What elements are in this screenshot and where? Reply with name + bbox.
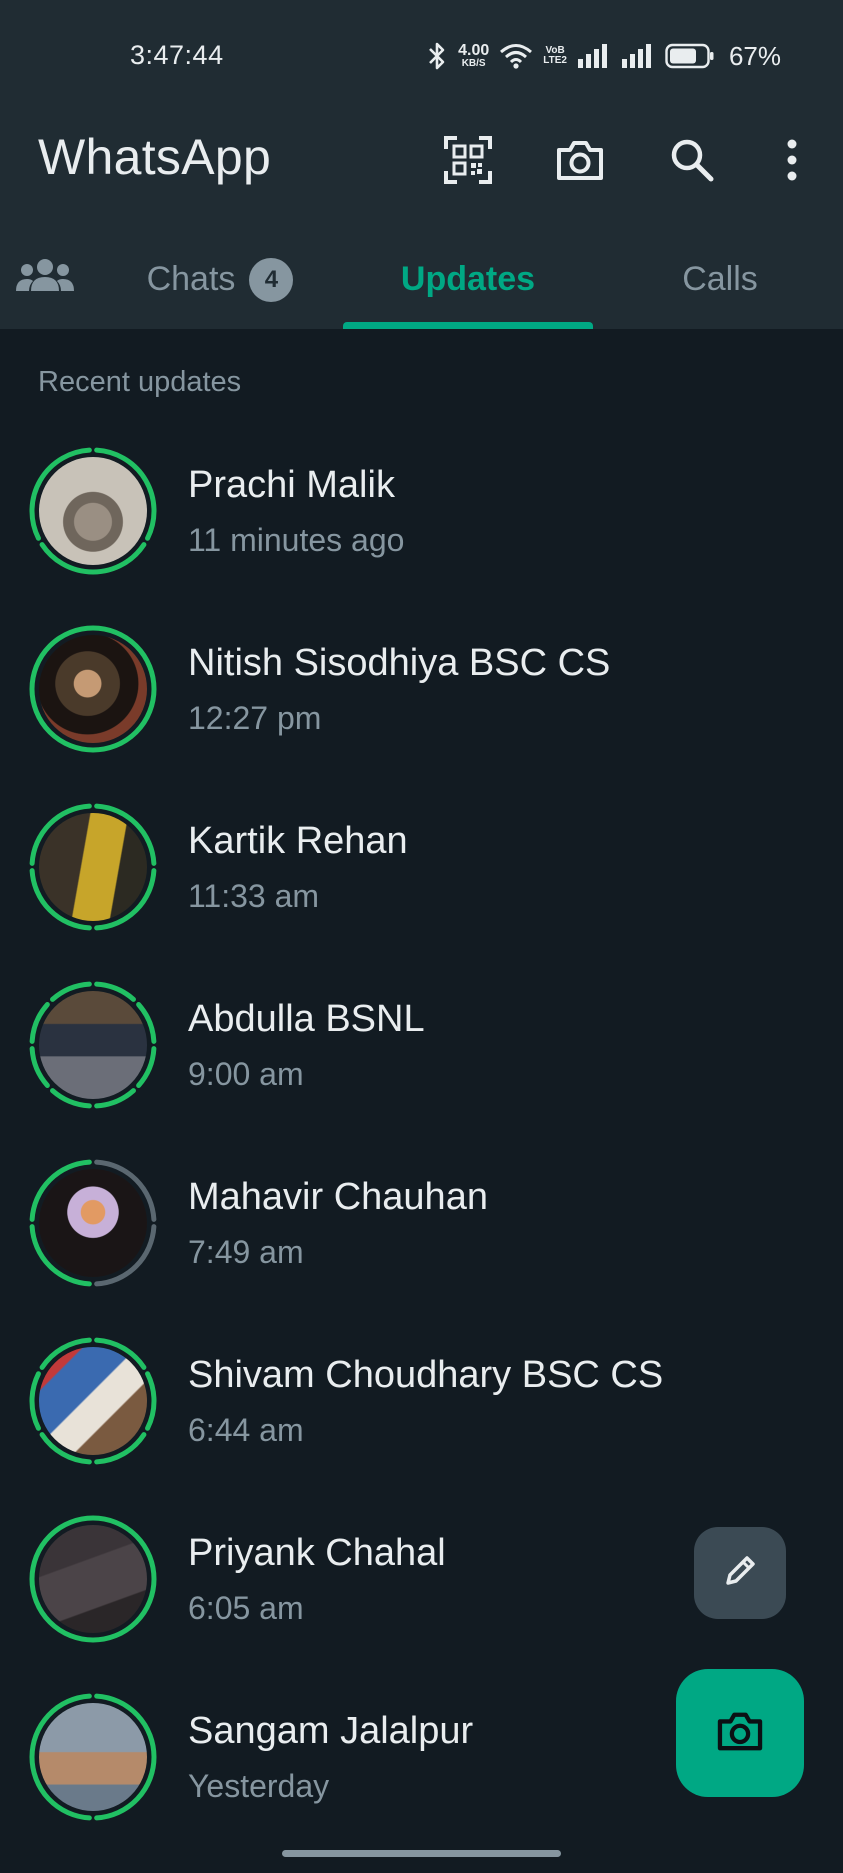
status-time: Yesterday (188, 1768, 330, 1804)
status-ring (28, 624, 158, 754)
search-icon (669, 137, 715, 188)
contact-name: Kartik Rehan (188, 820, 408, 862)
camera-button[interactable] (542, 124, 618, 200)
new-text-status-button[interactable] (694, 1527, 786, 1619)
tab-chats-label: Chats (146, 260, 236, 298)
battery-icon (665, 43, 715, 69)
avatar (39, 457, 147, 565)
avatar (39, 1525, 147, 1633)
tab-calls[interactable]: Calls (600, 230, 840, 329)
battery-percentage: 67% (728, 40, 781, 71)
status-ring (28, 1692, 158, 1822)
app-header: 3:47:44 4.00 KB/S VoB LTE2 67% WhatsApp … (0, 0, 843, 329)
status-time: 6:44 am (188, 1412, 304, 1448)
avatar (39, 635, 147, 743)
avatar (39, 1703, 147, 1811)
status-row[interactable]: Nitish Sisodhiya BSC CS 12:27 pm (0, 618, 843, 796)
volte-indicator: VoB LTE2 (543, 45, 567, 66)
contact-name: Nitish Sisodhiya BSC CS (188, 642, 611, 684)
signal-icon (577, 43, 611, 69)
status-ring (28, 446, 158, 576)
tab-calls-label: Calls (682, 260, 758, 298)
status-time: 3:47:44 (130, 40, 224, 70)
qr-scan-button[interactable] (430, 124, 506, 200)
status-ring (28, 980, 158, 1110)
section-heading: Recent updates (38, 366, 242, 398)
status-ring-segment (145, 1371, 157, 1431)
tab-updates-label: Updates (400, 260, 536, 298)
status-ring (28, 1514, 158, 1644)
contact-name: Shivam Choudhary BSC CS (188, 1354, 664, 1396)
status-time: 11 minutes ago (188, 522, 405, 558)
search-button[interactable] (654, 124, 730, 200)
status-row[interactable]: Abdulla BSNL 9:00 am (0, 974, 843, 1152)
tab-chats[interactable]: Chats 4 (100, 230, 340, 329)
community-icon (16, 257, 74, 302)
status-time: 9:00 am (188, 1056, 304, 1092)
more-vert-icon (786, 138, 798, 187)
wifi-icon (499, 42, 533, 70)
status-row[interactable]: Mahavir Chauhan 7:49 am (0, 1152, 843, 1330)
signal-icon (621, 43, 655, 69)
avatar (39, 1169, 147, 1277)
tab-selected-indicator (343, 322, 593, 329)
status-row[interactable]: Shivam Choudhary BSC CS 6:44 am (0, 1330, 843, 1508)
contact-name: Prachi Malik (188, 464, 395, 506)
tab-communities[interactable] (0, 230, 90, 329)
status-time: 7:49 am (188, 1234, 304, 1270)
avatar (39, 813, 147, 921)
tab-updates[interactable]: Updates (343, 230, 593, 329)
status-ring (28, 1158, 158, 1288)
status-bar: 3:47:44 4.00 KB/S VoB LTE2 67% (0, 0, 843, 110)
status-ring (28, 802, 158, 932)
contact-name: Priyank Chahal (188, 1532, 446, 1574)
status-row[interactable]: Prachi Malik 11 minutes ago (0, 440, 843, 618)
tab-bar: Chats 4 Updates Calls (0, 230, 843, 329)
status-time: 12:27 pm (188, 700, 322, 736)
camera-icon (716, 1710, 764, 1757)
unread-badge: 4 (249, 257, 294, 302)
app-title: WhatsApp (38, 129, 272, 185)
app-bar: WhatsApp (0, 110, 843, 230)
status-time: 11:33 am (188, 878, 320, 914)
net-speed: 4.00 KB/S (458, 42, 490, 69)
avatar (39, 1347, 147, 1455)
avatar (39, 991, 147, 1099)
status-row[interactable]: Kartik Rehan 11:33 am (0, 796, 843, 974)
updates-screen: 3:47:44 4.00 KB/S VoB LTE2 67% WhatsApp … (0, 0, 843, 1873)
status-ring (28, 1336, 158, 1466)
home-indicator (282, 1850, 561, 1857)
contact-name: Abdulla BSNL (188, 998, 425, 1040)
bluetooth-icon (426, 41, 448, 71)
status-icons: 4.00 KB/S VoB LTE2 67% (426, 36, 781, 76)
status-time: 6:05 am (188, 1590, 304, 1626)
qr-code-icon (443, 135, 493, 190)
more-options-button[interactable] (754, 124, 830, 200)
camera-icon (555, 138, 605, 187)
status-ring-segment (29, 1371, 41, 1431)
new-status-camera-button[interactable] (676, 1669, 804, 1797)
contact-name: Mahavir Chauhan (188, 1176, 488, 1218)
contact-name: Sangam Jalalpur (188, 1710, 474, 1752)
pencil-icon (720, 1551, 760, 1596)
